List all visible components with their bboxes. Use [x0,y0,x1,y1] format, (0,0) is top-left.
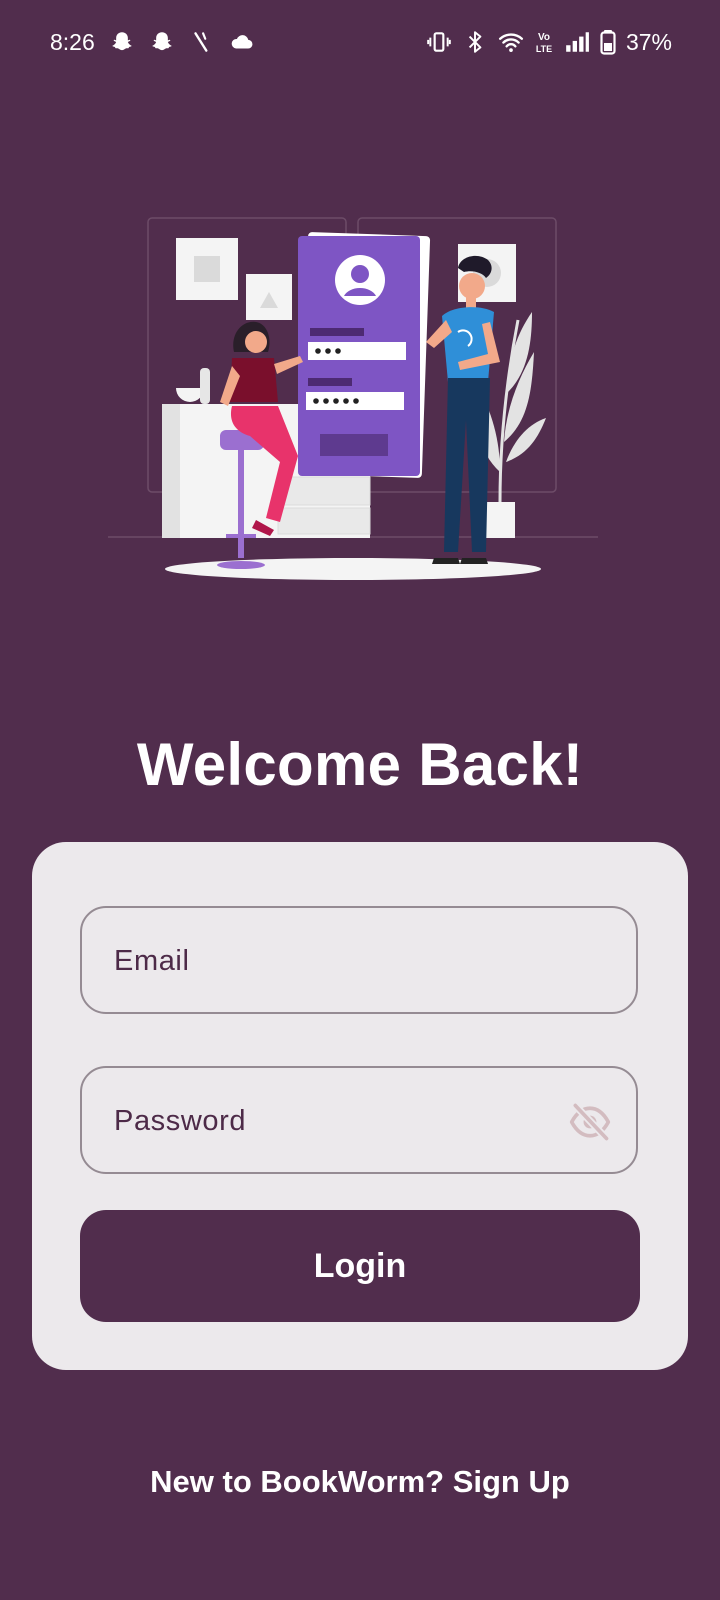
password-input[interactable] [112,1068,556,1174]
login-button[interactable]: Login [80,1210,640,1322]
password-field[interactable] [80,1066,638,1174]
volte-icon: Vo LTE [534,29,554,55]
status-time: 8:26 [50,28,95,55]
signup-link[interactable]: New to BookWorm? Sign Up [0,1464,720,1500]
signal-icon [564,29,590,55]
eye-off-icon[interactable] [566,1098,614,1146]
pen-icon [189,29,215,55]
status-left: 8:26 [50,29,255,56]
snapchat-icon [109,29,135,55]
snapchat-icon [149,29,175,55]
battery-percent: 37% [625,28,672,55]
email-field[interactable] [80,906,638,1014]
status-right: Vo LTE 37% [426,29,672,56]
wifi-icon [498,29,524,55]
status-bar: 8:26 Vo LTE 37% [0,0,720,84]
svg-text:Vo: Vo [538,32,550,43]
battery-icon [600,29,616,55]
welcome-title: Welcome Back! [136,731,584,798]
login-illustration [108,212,612,598]
login-card: Login [32,842,688,1370]
email-input[interactable] [112,908,556,1014]
cloud-icon [229,29,255,55]
bluetooth-icon [462,29,488,55]
svg-text:LTE: LTE [536,44,552,54]
vibrate-icon [426,29,452,55]
login-screen: 8:26 Vo LTE 37% Welcome Back! Email Logi… [0,0,720,1600]
